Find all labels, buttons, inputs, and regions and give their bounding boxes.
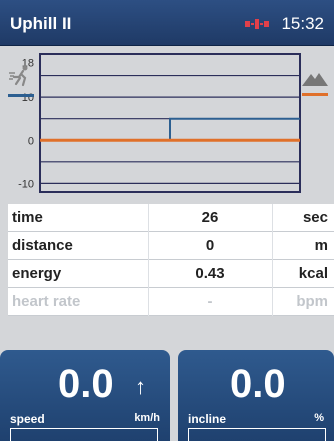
speed-label: speed <box>10 412 45 426</box>
stat-row-distance: distance 0 m <box>8 232 334 260</box>
mountain-icon <box>302 73 328 86</box>
status-area: 15:32 <box>245 14 324 34</box>
stats-table: time 26 sec distance 0 m energy 0.43 kca… <box>8 204 334 316</box>
y-tick-label: -10 <box>18 178 34 190</box>
stat-row-energy: energy 0.43 kcal <box>8 260 334 288</box>
arrow-up-icon: ↑ <box>135 374 146 399</box>
speed-panel[interactable]: 0.0 ↑ speed km/h <box>0 350 170 441</box>
stat-label: time <box>12 209 43 226</box>
incline-bar <box>188 428 326 441</box>
profile-chart: 18 10 0 -10 <box>0 46 334 204</box>
stat-label: distance <box>12 237 73 254</box>
incline-panel[interactable]: 0.0 incline % <box>178 350 334 441</box>
stat-value: 26 <box>201 209 219 226</box>
stat-unit: bpm <box>296 293 328 310</box>
stat-unit: sec <box>302 209 328 226</box>
column-divider <box>148 204 149 316</box>
incline-value: 0.0 <box>230 362 286 406</box>
clock: 15:32 <box>281 14 324 33</box>
program-title: Uphill II <box>10 14 72 33</box>
speed-indicator-bar <box>8 94 34 97</box>
speed-bar <box>10 428 158 441</box>
stat-unit: m <box>314 237 328 254</box>
stat-value: - <box>207 293 213 310</box>
stat-label: heart rate <box>12 293 81 310</box>
profile-chart-svg: 18100-10 <box>18 53 301 193</box>
column-divider <box>272 204 273 316</box>
heart-rate-monitor-icon <box>245 19 270 29</box>
incline-label: incline <box>188 412 227 426</box>
runner-icon <box>9 65 28 87</box>
stat-row-heart-rate: heart rate - bpm <box>8 288 334 316</box>
top-bar: Uphill II 15:32 <box>0 0 334 46</box>
stat-label: energy <box>12 265 62 282</box>
incline-indicator-bar <box>302 93 328 96</box>
stat-row-time: time 26 sec <box>8 204 334 232</box>
stat-value: 0.43 <box>195 265 225 282</box>
speed-value: 0.0 <box>58 362 114 406</box>
incline-unit: % <box>314 412 324 424</box>
speed-unit: km/h <box>134 412 160 424</box>
stat-value: 0 <box>205 237 215 254</box>
y-tick-label: 0 <box>28 135 34 147</box>
stat-unit: kcal <box>298 265 328 282</box>
